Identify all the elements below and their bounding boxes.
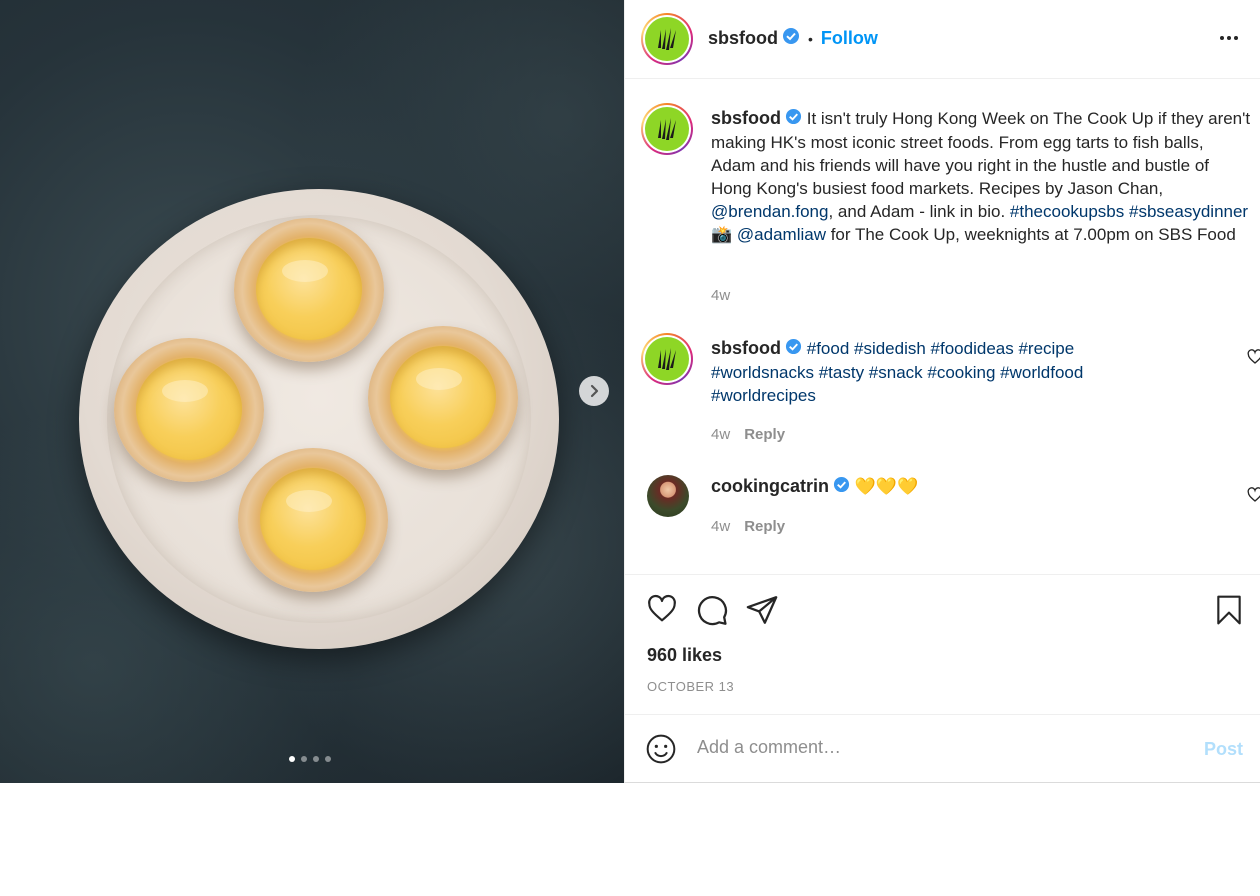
reply-button[interactable]: Reply [744, 518, 785, 535]
verified-badge-icon [785, 338, 802, 361]
carousel-next-button[interactable] [579, 376, 609, 406]
comment-item: sbsfood #food #sidedish #foodideas #reci… [641, 333, 1260, 447]
sbs-logo-icon [645, 337, 689, 381]
heart-outline-icon [1247, 487, 1260, 502]
comment-icon [697, 596, 728, 626]
hashtag-link[interactable]: #thecookupsbs [1010, 202, 1124, 221]
comment-input[interactable] [697, 737, 1167, 758]
post-details-panel: sbsfood • Follow sbsfood It isn't truly … [624, 0, 1260, 783]
save-button[interactable] [1213, 593, 1245, 632]
post-header: sbsfood • Follow [625, 0, 1260, 79]
instagram-post-view: sbsfood • Follow sbsfood It isn't truly … [0, 0, 1260, 896]
comment-meta: 4w Reply [711, 426, 785, 443]
comment-button[interactable] [695, 593, 729, 632]
carousel-dot [289, 756, 295, 762]
egg-tart [238, 448, 388, 592]
comment-username[interactable]: sbsfood [711, 338, 781, 358]
heart-emojis: 💛💛💛 [854, 477, 919, 496]
post-photo[interactable] [0, 0, 624, 783]
comment-username[interactable]: cookingcatrin [711, 476, 829, 496]
sbs-logo-icon [645, 107, 689, 151]
comment-text: sbsfood #food #sidedish #foodideas #reci… [711, 337, 1141, 407]
heart-icon [648, 594, 676, 622]
follow-button[interactable]: Follow [821, 28, 878, 49]
carousel-dot [313, 756, 319, 762]
caption-meta: 4w [711, 287, 730, 304]
action-bar: 960 likes OCTOBER 13 [625, 574, 1260, 714]
comment-item: cookingcatrin 💛💛💛 4w Reply [641, 475, 1260, 545]
add-comment-bar: Post [625, 714, 1260, 783]
paper-plane-icon [746, 596, 778, 624]
avatar[interactable] [647, 475, 689, 517]
like-button[interactable] [645, 593, 679, 630]
verified-badge-icon [782, 27, 800, 50]
more-options-button[interactable] [1219, 28, 1239, 53]
smiley-icon [646, 734, 676, 764]
reply-button[interactable]: Reply [744, 426, 785, 443]
mention-link[interactable]: @adamliaw [737, 225, 826, 244]
like-comment-button[interactable] [1247, 487, 1260, 508]
egg-tart [234, 218, 384, 362]
verified-badge-icon [833, 476, 850, 499]
avatar[interactable] [641, 103, 693, 155]
emoji-button[interactable] [645, 733, 677, 770]
share-button[interactable] [745, 593, 779, 632]
header-username[interactable]: sbsfood [708, 28, 778, 49]
camera-emoji: 📸 [711, 225, 733, 245]
sbs-logo-icon [645, 17, 689, 61]
comment-text: cookingcatrin 💛💛💛 [711, 475, 1251, 499]
avatar[interactable] [641, 13, 693, 65]
carousel-dot [301, 756, 307, 762]
post-caption: sbsfood It isn't truly Hong Kong Week on… [641, 103, 1250, 307]
post-date[interactable]: OCTOBER 13 [647, 679, 734, 694]
hashtag-link[interactable]: #sbseasydinner [1129, 202, 1248, 221]
caption-text: sbsfood It isn't truly Hong Kong Week on… [711, 108, 1251, 245]
egg-tart [368, 326, 518, 470]
timestamp[interactable]: 4w [711, 518, 730, 535]
heart-outline-icon [1247, 349, 1260, 364]
caption-username[interactable]: sbsfood [711, 108, 781, 128]
timestamp[interactable]: 4w [711, 287, 730, 304]
bookmark-icon [1217, 595, 1241, 625]
timestamp[interactable]: 4w [711, 426, 730, 443]
more-icon [1220, 36, 1238, 40]
egg-tart [114, 338, 264, 482]
carousel-dot [325, 756, 331, 762]
avatar[interactable] [641, 333, 693, 385]
post-comment-button[interactable]: Post [1204, 739, 1243, 760]
chevron-right-icon [590, 384, 599, 398]
mention-link[interactable]: @brendan.fong [711, 202, 828, 221]
like-comment-button[interactable] [1247, 349, 1260, 370]
comment-meta: 4w Reply [711, 518, 785, 535]
verified-badge-icon [785, 108, 802, 131]
separator-dot: • [808, 30, 813, 47]
like-count[interactable]: 960 likes [647, 645, 722, 666]
carousel-indicator [289, 756, 331, 762]
